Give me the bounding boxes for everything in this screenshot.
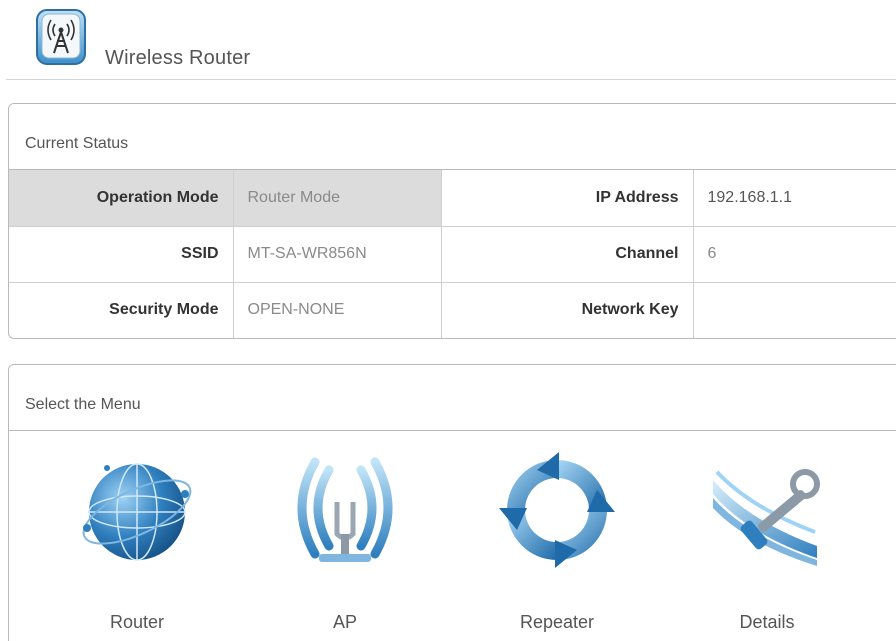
app-title: Wireless Router [105,47,251,69]
operation-mode-label: Operation Mode [9,170,234,227]
security-mode-value: OPEN-NONE [233,282,442,338]
select-menu-panel: Select the Menu Router AP Repeater Detai… [8,364,896,641]
table-row: SSID MT-SA-WR856N Channel 6 [9,226,896,283]
ssid-label: SSID [9,226,234,283]
security-mode-label: Security Mode [9,282,234,338]
menu-label-repeater: Repeater [519,612,595,632]
menu-label-details: Details [739,612,795,632]
table-row: Security Mode OPEN-NONE Network Key [9,282,896,338]
header-divider [6,79,896,80]
menu-label-ap: AP [332,612,357,632]
menu-label-router: Router [109,612,165,632]
menu-item-details[interactable]: Details [687,446,847,641]
current-status-panel: Current Status Operation Mode Router Mod… [8,103,896,339]
network-key-label: Network Key [441,282,694,338]
operation-mode-value: Router Mode [233,170,442,227]
ssid-value: MT-SA-WR856N [233,226,442,283]
menu-row: Router AP Repeater Details [9,432,896,641]
globe-icon [77,450,197,570]
channel-label: Channel [441,226,694,283]
current-status-title: Current Status [9,104,896,170]
menu-item-router[interactable]: Router [57,446,217,641]
network-key-value [693,282,896,338]
select-menu-title: Select the Menu [9,365,896,431]
table-row: Operation Mode Router Mode IP Address 19… [9,170,896,227]
tools-icon [707,450,827,570]
header: Wireless Router [0,0,896,80]
ip-address-value: 192.168.1.1 [693,170,896,227]
menu-item-repeater[interactable]: Repeater [477,446,637,641]
status-table: Operation Mode Router Mode IP Address 19… [9,170,896,338]
menu-item-ap[interactable]: AP [265,446,425,641]
refresh-icon [497,450,617,570]
channel-value: 6 [693,226,896,283]
antenna-icon [285,450,405,570]
wireless-tower-icon [35,8,93,70]
ip-address-label: IP Address [441,170,694,227]
